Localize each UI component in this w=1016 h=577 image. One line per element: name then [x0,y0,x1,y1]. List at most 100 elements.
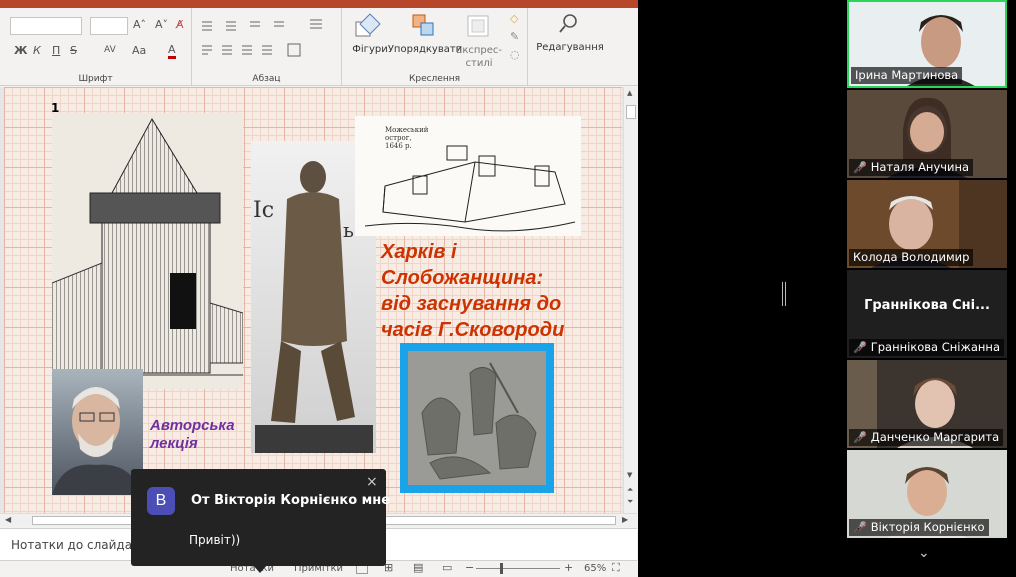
change-case-button[interactable]: Aa [132,44,146,57]
grow-font-icon[interactable]: A˄ [133,18,146,31]
ribbon-tabs [0,0,638,8]
title-line-2: Слобожанщина: [381,267,544,289]
scroll-right-icon[interactable]: ▶ [622,515,628,524]
zoom-in-button[interactable]: + [564,561,573,574]
reading-view-icon[interactable]: ▤ [413,561,423,574]
participant-name-text: Граннікова Сніжанна [870,340,1000,354]
slideshow-icon[interactable]: ▭ [442,561,452,574]
outline-icon[interactable]: ✎ [510,30,519,43]
arrange-icon [412,14,434,36]
next-slide-icon[interactable]: ⏷ [627,497,633,507]
fort-caption-line-3: 1646 р. [385,142,412,150]
svg-text:Іс: Іс [253,198,274,223]
tower-engraving[interactable] [52,113,243,389]
powerpoint-window: A˄ A˅ A̸ Ж К П S AV Aa A Шрифт Абзац Фіг… [0,0,638,577]
participant-tile[interactable]: Ірина Мартинова [847,0,1007,88]
author-portrait [52,387,143,495]
participant-tile[interactable]: Колода Володимир [847,180,1007,268]
quick-styles-label-2: стилі [465,58,493,69]
font-color-button[interactable]: A [168,44,176,59]
mic-muted-icon: 🎤̸ [853,431,867,444]
italic-button[interactable]: К [33,44,41,57]
title-line-3: від заснування до [381,293,562,315]
screen: A˄ A˅ A̸ Ж К П S AV Aa A Шрифт Абзац Фіг… [0,0,1016,577]
title-line-4: часів Г.Сковороди [381,319,565,341]
slide[interactable]: 1 Іс ь Можеський острог, 1646 р. Харків … [4,87,622,513]
fort-caption-line-2: острог, [385,134,412,142]
shrink-font-icon[interactable]: A˅ [155,18,168,31]
zoom-out-button[interactable]: − [465,561,474,574]
font-name-box[interactable] [10,17,82,35]
author-lecture-line-2: лекція [150,435,198,452]
panel-resize-handle[interactable] [782,282,786,306]
scroll-left-icon[interactable]: ◀ [5,515,11,524]
editing-group: Редагування [528,8,610,86]
participant-name: 🎤̸ Вікторія Корнієнко [849,519,989,536]
mic-muted-icon: 🎤̸ [853,341,867,354]
relief-image [408,351,546,485]
vertical-scroll-thumb[interactable] [626,105,636,119]
fort-caption-line-1: Можеський [385,126,429,134]
participant-name-text: Вікторія Корнієнко [870,520,985,534]
paragraph-group: Абзац [192,8,342,86]
notes-placeholder: Нотатки до слайда [11,538,133,552]
toast-pointer [253,565,267,573]
search-icon [559,14,577,33]
participant-name: 🎤̸ Наталя Анучина [849,159,974,176]
quick-styles-label-1: Експрес- [456,45,503,56]
paragraph-group-label: Абзац [252,74,281,84]
toast-title: От Вікторія Корнієнко мне [191,493,391,508]
zoom-slider-thumb[interactable] [500,563,503,574]
font-size-box[interactable] [90,17,128,35]
participant-name: 🎤̸ Граннікова Сніжанна [849,339,1004,356]
effects-icon[interactable]: ◌ [510,48,520,61]
strike-button[interactable]: S [70,44,77,57]
editing-button[interactable]: Редагування [530,42,610,53]
svg-text:ь: ь [343,218,354,242]
participant-name: 🎤̸ Данченко Маргарита [849,429,1004,446]
drawing-group-label: Креслення [408,74,461,84]
font-group-label: Шрифт [78,74,113,84]
chat-toast[interactable]: В От Вікторія Корнієнко мне Привіт)) × [131,469,390,573]
mic-muted-icon: 🎤̸ [853,161,867,174]
author-photo[interactable] [52,369,143,495]
author-lecture-line-1: Авторська [150,417,235,434]
paragraph-icons[interactable] [198,18,328,58]
close-icon[interactable]: × [366,474,378,490]
slide-title[interactable]: Харків і Слобожанщина: від заснування до… [381,239,611,343]
vertical-scrollbar[interactable]: ▲ ▼ ⏶ ⏷ [623,87,637,513]
underline-button[interactable]: П [52,44,60,57]
font-group: A˄ A˅ A̸ Ж К П S AV Aa A Шрифт [0,8,192,86]
author-lecture-text[interactable]: Авторська лекція [150,417,250,453]
participant-tile[interactable]: Граннікова Сні... 🎤̸ Граннікова Сніжанна [847,270,1007,358]
toast-message: Привіт)) [189,533,241,547]
char-spacing-button[interactable]: AV [104,45,116,55]
participant-display-name: Граннікова Сні... [864,298,990,313]
arrange-button[interactable]: Упорядкувати [386,44,464,55]
clear-format-icon[interactable]: A̸ [176,18,184,31]
fort-drawing[interactable]: Можеський острог, 1646 р. [355,116,581,236]
scroll-down-icon[interactable]: ▼ [627,471,632,479]
shapes-icon [355,13,381,37]
prev-slide-icon[interactable]: ⏶ [627,485,633,495]
slide-canvas: 1 Іс ь Можеський острог, 1646 р. Харків … [0,87,623,513]
tower-drawing [52,117,243,376]
participant-name-text: Наталя Анучина [870,160,970,174]
toast-avatar: В [147,487,175,515]
bold-button[interactable]: Ж [14,44,27,57]
quick-styles-icon [467,15,489,37]
mic-muted-icon: 🎤̸ [853,521,867,534]
participant-tile[interactable]: 🎤̸ Наталя Анучина [847,90,1007,178]
chevron-down-icon[interactable]: ⌄ [918,545,930,561]
quick-styles-button[interactable]: Експрес- стилі [456,44,502,70]
zoom-slider[interactable] [476,568,560,569]
fit-to-window-icon[interactable]: ⛶ [612,561,620,575]
participant-tile[interactable]: 🎤̸ Вікторія Корнієнко [847,450,1007,538]
participant-tile[interactable]: 🎤̸ Данченко Маргарита [847,360,1007,448]
relief-photo[interactable] [400,343,554,493]
fill-icon[interactable]: ◇ [510,12,518,25]
zoom-level[interactable]: 65% [584,563,606,574]
title-line-1: Харків і [381,241,457,263]
participant-name: Ірина Мартинова [851,67,963,84]
scroll-up-icon[interactable]: ▲ [627,89,632,97]
